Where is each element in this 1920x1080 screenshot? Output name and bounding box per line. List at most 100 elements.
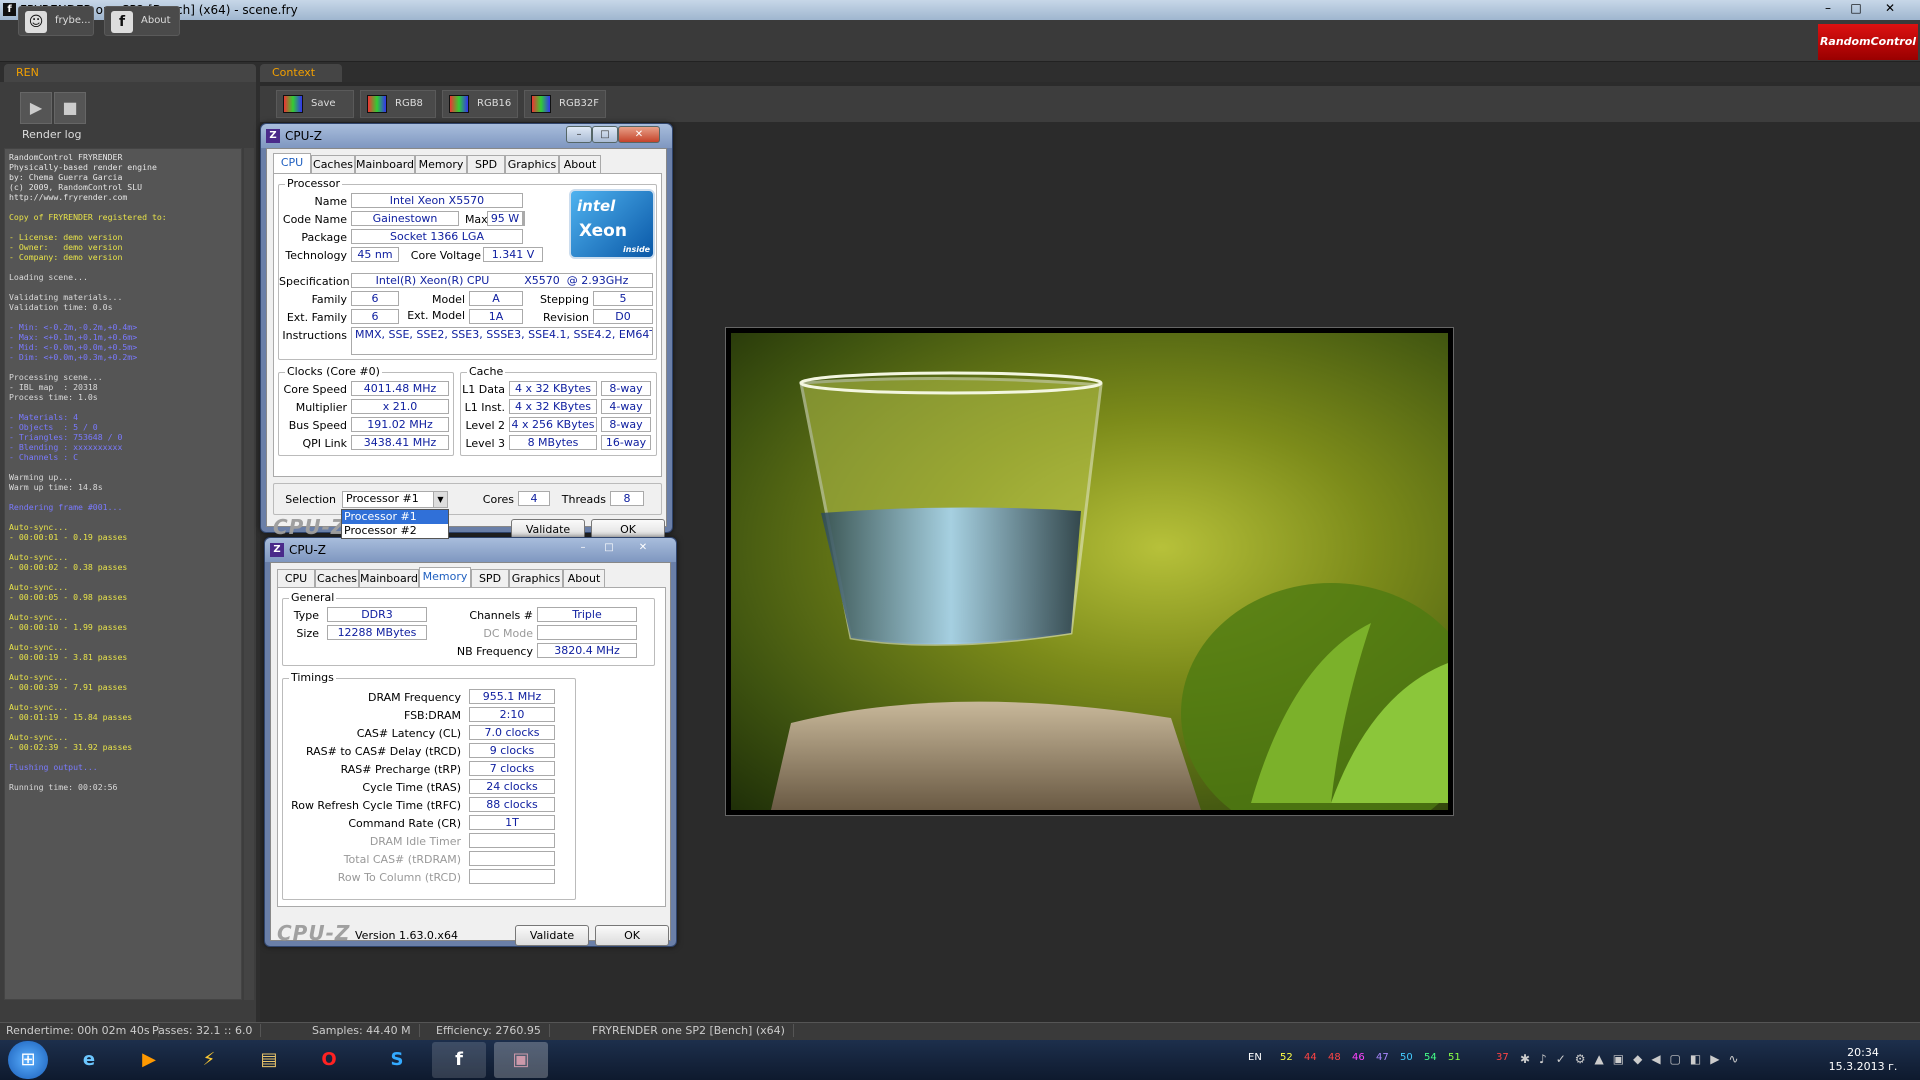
- ext-family-label: Ext. Family: [286, 311, 347, 324]
- multiplier-label: Multiplier: [295, 401, 347, 414]
- package-label: Package: [301, 231, 347, 244]
- validate-button[interactable]: Validate: [515, 925, 589, 946]
- main-toolbar: [0, 20, 1920, 62]
- tab-spd[interactable]: SPD: [467, 155, 505, 173]
- log-line: Auto-sync...: [9, 582, 69, 592]
- chevron-down-icon[interactable]: ▼: [433, 492, 447, 507]
- skype-taskbar-icon[interactable]: S: [370, 1042, 424, 1078]
- panel-tab-context[interactable]: Context: [260, 64, 342, 82]
- channels-label: Channels #: [469, 609, 533, 622]
- cores-label: Cores: [482, 493, 514, 506]
- tab-cpu[interactable]: CPU: [277, 569, 315, 587]
- rgb16-button[interactable]: RGB16: [442, 90, 518, 118]
- tab-caches[interactable]: Caches: [315, 569, 359, 587]
- cpuz-cpu-window[interactable]: Z CPU-Z – □ ✕ CPU Caches Mainboard Memor…: [260, 123, 673, 540]
- threads-label: Threads: [561, 493, 606, 506]
- log-line: - Materials: 4: [9, 412, 79, 422]
- log-line: Rendering frame #001...: [9, 502, 123, 512]
- maximize-button[interactable]: □: [1842, 0, 1870, 16]
- start-button[interactable]: ⊞: [8, 1041, 48, 1079]
- minimize-button[interactable]: –: [566, 126, 592, 143]
- tab-about[interactable]: About: [559, 155, 601, 173]
- level2-label: Level 2: [465, 419, 505, 432]
- clock[interactable]: 20:34 15.3.2013 г.: [1828, 1046, 1898, 1074]
- cpuz-title-bar[interactable]: Z CPU-Z – □ ✕: [261, 124, 672, 148]
- ext-family-value: 6: [351, 309, 399, 324]
- minimize-button[interactable]: –: [570, 540, 596, 557]
- dropdown-option-1[interactable]: Processor #1: [342, 510, 448, 524]
- tab-graphics[interactable]: Graphics: [509, 569, 563, 587]
- timing-label: CAS# Latency (CL): [356, 727, 461, 740]
- maximize-button[interactable]: □: [592, 126, 618, 143]
- maximize-button[interactable]: □: [596, 540, 622, 557]
- rgb8-button[interactable]: RGB8: [360, 90, 436, 118]
- timing-label: Row To Column (tRCD): [337, 871, 461, 884]
- tab-graphics[interactable]: Graphics: [505, 155, 559, 173]
- log-line: - License: demo version: [9, 232, 123, 242]
- tab-caches[interactable]: Caches: [311, 155, 355, 173]
- stop-button[interactable]: ■: [54, 92, 86, 124]
- frybe-button[interactable]: ☺ frybe...: [18, 6, 94, 36]
- render-log-label: Render log: [22, 128, 82, 141]
- cpuz-logo: CPU-Z: [273, 515, 347, 539]
- dropdown-option-2[interactable]: Processor #2: [342, 524, 448, 538]
- render-log-scrollbar[interactable]: [244, 148, 254, 1000]
- rgb32f-button[interactable]: RGB32F: [524, 90, 606, 118]
- log-line: - 00:00:02 - 0.38 passes: [9, 562, 128, 572]
- log-line: Auto-sync...: [9, 552, 69, 562]
- multiplier-value: x 21.0: [351, 399, 449, 414]
- panel-tab-ren[interactable]: REN: [4, 64, 256, 82]
- rgb32f-label: RGB32F: [559, 98, 600, 109]
- tab-memory[interactable]: Memory: [415, 155, 467, 173]
- cpuz-title-bar[interactable]: Z CPU-Z – □ ✕: [265, 538, 676, 562]
- tab-cpu[interactable]: CPU: [273, 153, 311, 173]
- app-taskbar-icon[interactable]: ⚡: [182, 1042, 236, 1078]
- name-value: Intel Xeon X5570: [351, 193, 523, 208]
- close-button[interactable]: ✕: [618, 126, 660, 143]
- dc-mode-label: DC Mode: [483, 627, 533, 640]
- about-button[interactable]: f About: [104, 6, 180, 36]
- media-player-taskbar-icon[interactable]: ▶: [122, 1042, 176, 1078]
- log-line: - 00:01:19 - 15.84 passes: [9, 712, 133, 722]
- cpuz-app-icon: Z: [270, 543, 284, 557]
- l1-data-label: L1 Data: [462, 383, 505, 396]
- play-button[interactable]: ▶: [20, 92, 52, 124]
- fryrender-taskbar-icon[interactable]: f: [432, 1042, 486, 1078]
- clocks-group-label: Clocks (Core #0): [285, 365, 382, 378]
- opera-taskbar-icon[interactable]: O: [302, 1042, 356, 1078]
- about-label: About: [141, 15, 171, 26]
- ok-button[interactable]: OK: [595, 925, 669, 946]
- save-button[interactable]: Save: [276, 90, 354, 118]
- tray-icons[interactable]: ✱♪✓⚙▲▣◆◀▢◧▶∿: [1520, 1052, 1748, 1066]
- cpuz-taskbar-icon[interactable]: ▣: [494, 1042, 548, 1078]
- log-line: - 00:00:19 - 3.81 passes: [9, 652, 128, 662]
- tray-counter: 44: [1304, 1052, 1317, 1063]
- instructions-value: MMX, SSE, SSE2, SSE3, SSSE3, SSE4.1, SSE…: [351, 327, 653, 355]
- timing-value: 88 clocks: [469, 797, 555, 812]
- tab-mainboard[interactable]: Mainboard: [359, 569, 419, 587]
- type-label: Type: [293, 609, 319, 622]
- tab-mainboard[interactable]: Mainboard: [355, 155, 415, 173]
- codename-value: Gainestown: [351, 211, 459, 226]
- specification-label: Specification: [279, 275, 350, 288]
- explorer-taskbar-icon[interactable]: ▤: [242, 1042, 296, 1078]
- minimize-button[interactable]: –: [1814, 0, 1842, 16]
- clocks-group: Clocks (Core #0) Core Speed 4011.48 MHz …: [278, 365, 454, 456]
- cpuz-memory-window[interactable]: Z CPU-Z – □ ✕ CPU Caches Mainboard Memor…: [264, 537, 677, 947]
- tab-memory[interactable]: Memory: [419, 567, 471, 587]
- bus-speed-label: Bus Speed: [288, 419, 347, 432]
- close-button[interactable]: ✕: [622, 540, 664, 557]
- processor-select[interactable]: Processor #1 ▼: [342, 491, 448, 508]
- tab-spd[interactable]: SPD: [471, 569, 509, 587]
- core-speed-value: 4011.48 MHz: [351, 381, 449, 396]
- render-log[interactable]: RandomControl FRYRENDER Physically-based …: [4, 148, 242, 1000]
- ie-taskbar-icon[interactable]: e: [62, 1042, 116, 1078]
- language-indicator[interactable]: EN: [1248, 1052, 1262, 1063]
- tab-about[interactable]: About: [563, 569, 605, 587]
- close-button[interactable]: ✕: [1876, 0, 1904, 16]
- processor-dropdown-list[interactable]: Processor #1 Processor #2: [341, 509, 449, 539]
